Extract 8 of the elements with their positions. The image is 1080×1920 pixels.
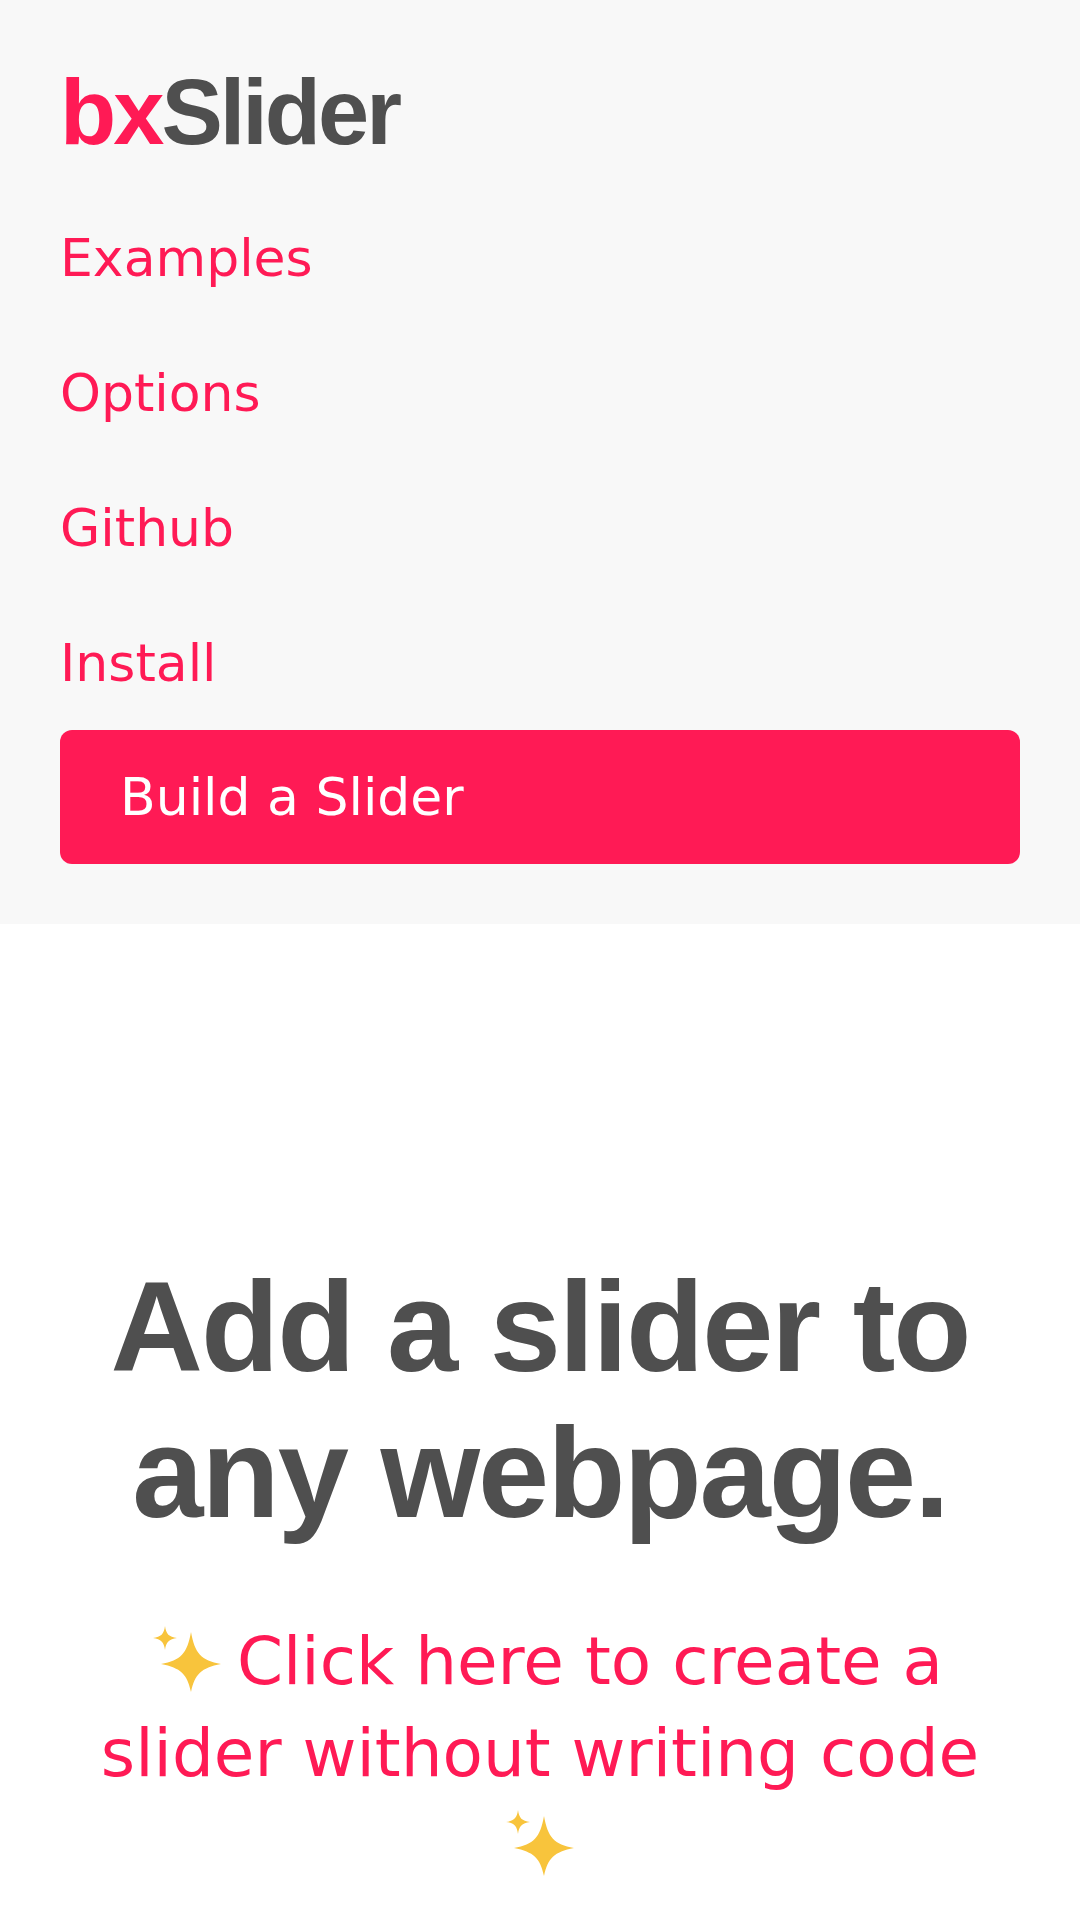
create-slider-link[interactable]: Click here to create a slider without writing code: [70, 1616, 1010, 1892]
logo[interactable]: bxSlider: [60, 66, 1020, 158]
nav-link[interactable]: Examples: [60, 190, 313, 325]
nav-link[interactable]: Install: [60, 595, 217, 730]
nav-link[interactable]: Github: [60, 460, 235, 595]
nav-link[interactable]: Options: [60, 325, 261, 460]
build-slider-button[interactable]: Build a Slider: [60, 730, 1020, 864]
hero-title: Add a slider to any webpage.: [109, 1254, 971, 1546]
